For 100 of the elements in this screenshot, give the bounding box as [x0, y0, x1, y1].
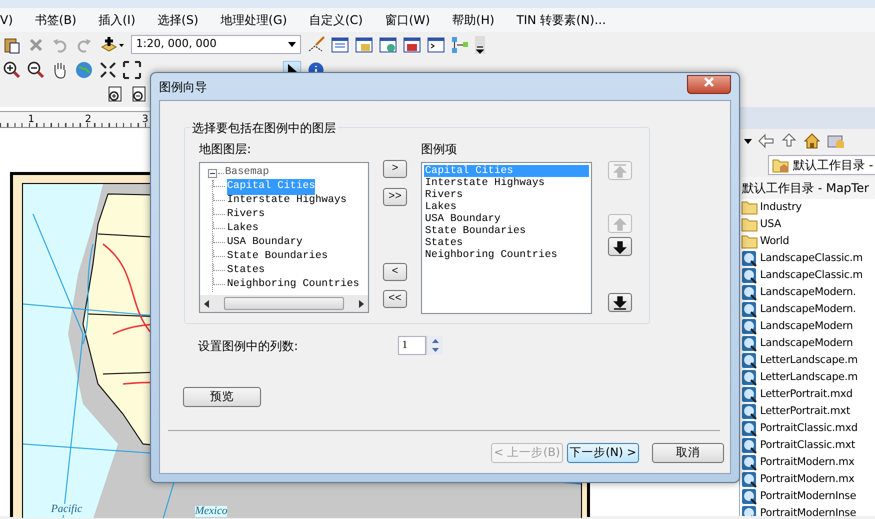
tree-item[interactable]: Rivers [227, 207, 265, 223]
catalog-item[interactable]: PortraitModern.mx [740, 454, 875, 471]
catalog-item[interactable]: LandscapeModern [740, 335, 875, 352]
scrollbar-thumb[interactable] [224, 297, 344, 310]
legend-item[interactable]: States [424, 237, 589, 249]
catalog-item[interactable]: LandscapeModern. [740, 301, 875, 318]
catalog-item[interactable]: LetterLandscape.m [740, 352, 875, 369]
tree-item[interactable]: Basemap [225, 165, 270, 181]
collapse-icon[interactable] [208, 168, 217, 178]
legend-item[interactable]: Lakes [424, 201, 589, 213]
horizontal-scrollbar[interactable] [200, 295, 368, 312]
zoom-in-icon[interactable] [3, 60, 21, 78]
up-triangle-icon [432, 338, 439, 343]
catalog-item[interactable]: Industry [740, 199, 875, 216]
map-document-icon [741, 420, 758, 437]
paste-icon[interactable] [3, 36, 21, 54]
zoom-page-in-icon[interactable] [106, 86, 124, 104]
legend-list[interactable]: Capital Cities Interstate Highways Rivers Lakes USA Boundary State Boundaries States Neighboring Countries [421, 162, 592, 314]
preview-button[interactable]: 预览 [183, 387, 261, 407]
ruler-number: 1 [28, 113, 34, 127]
transfer-button[interactable]: >> [383, 188, 407, 206]
legend-item[interactable]: Interstate Highways [424, 177, 589, 189]
dropdown-caret-icon[interactable] [288, 42, 296, 47]
legend-item[interactable]: USA Boundary [424, 213, 589, 225]
tree-item[interactable]: State Boundaries [227, 249, 328, 265]
catalog-item[interactable]: LetterPortrait.mxd [740, 386, 875, 403]
catalog-item[interactable]: LetterPortrait.mxt [740, 403, 875, 420]
tree-item[interactable]: Interstate Highways [227, 193, 347, 209]
menu-item[interactable]: 插入(I) [98, 11, 136, 29]
map-label: Pacific [51, 504, 82, 515]
menu-item[interactable]: 选择(S) [157, 11, 198, 29]
scale-field[interactable]: 1:20, 000, 000 [131, 35, 301, 54]
transfer-button[interactable]: << [383, 290, 407, 308]
catalog-item[interactable]: PortraitModern.mx [740, 471, 875, 488]
cancel-button[interactable]: 取消 [652, 443, 724, 463]
layer-tree[interactable]: Basemap Capital Cities Interstate Highways Rivers Lakes USA Boundary State Boundaries States Neighboring Countries [199, 162, 369, 313]
menu-item[interactable]: 地理处理(G) [220, 11, 288, 29]
spin-up-button[interactable] [427, 336, 444, 346]
catalog-item[interactable]: PortraitModernInse [740, 488, 875, 505]
catalog-item[interactable]: LandscapeModern. [740, 284, 875, 301]
catalog-item[interactable]: PortraitModernInse [740, 505, 875, 516]
legend-item[interactable]: Neighboring Countries [424, 249, 589, 261]
ruler-number: 2 [85, 113, 92, 127]
map-document-icon [741, 352, 758, 369]
catalog-item[interactable]: LandscapeClassic.m [740, 267, 875, 284]
transfer-button[interactable]: > [383, 160, 407, 178]
catalog-item[interactable]: LandscapeClassic.m [740, 250, 875, 267]
menu-item[interactable]: 帮助(H) [452, 11, 494, 29]
map-document-icon [741, 454, 758, 471]
column-count-field[interactable]: 1 [398, 336, 426, 355]
home-folder-icon [772, 157, 790, 173]
window-icon[interactable] [331, 36, 349, 54]
home-icon[interactable] [803, 132, 821, 150]
close-button[interactable] [687, 74, 731, 94]
catalog-item[interactable]: LetterLandscape.m [740, 369, 875, 386]
legend-item[interactable]: State Boundaries [424, 225, 589, 237]
move-bottom-button[interactable] [608, 293, 632, 312]
down-triangle-icon [432, 348, 439, 352]
catalog-icon[interactable] [355, 36, 373, 54]
location-combo[interactable]: 默认工作目录 - [768, 155, 875, 175]
tree-item[interactable]: Lakes [227, 221, 259, 237]
scale-value: 1:20, 000, 000 [136, 36, 217, 52]
tree-item[interactable]: Neighboring Countries [227, 277, 360, 293]
field-label: 设置图例中的列数: [198, 338, 298, 354]
catalog-item[interactable]: PortraitClassic.mxd [740, 420, 875, 437]
field-label: 地图图层: [199, 141, 252, 158]
catalog-item[interactable]: PortraitClassic.mxt [740, 437, 875, 454]
tree-item[interactable]: USA Boundary [227, 235, 303, 251]
ruler-number: 3 [142, 113, 148, 127]
overflow-icon[interactable] [475, 36, 485, 54]
dropdown-caret-icon[interactable] [744, 138, 752, 144]
legend-item[interactable]: Rivers [424, 189, 589, 201]
menu-item[interactable]: TIN 转要素(N)... [516, 11, 606, 29]
menu-item[interactable]: 书签(B) [34, 11, 76, 29]
menu-item[interactable]: 窗口(W) [384, 11, 430, 29]
map-document-icon [741, 284, 758, 301]
transfer-button[interactable]: < [383, 263, 407, 281]
close-icon[interactable] [704, 77, 714, 87]
add-data-icon[interactable] [99, 36, 125, 54]
globe-icon[interactable] [75, 60, 93, 78]
menu-item[interactable]: 自定义(C) [309, 11, 363, 29]
editor-icon[interactable] [307, 36, 325, 54]
toolbox-icon[interactable] [403, 36, 421, 54]
catalog-item[interactable]: World [740, 233, 875, 250]
zoom-out-icon[interactable] [27, 60, 45, 78]
catalog-item[interactable]: USA [740, 216, 875, 233]
search-window-icon[interactable] [379, 36, 397, 54]
menu-item[interactable]: V) [0, 11, 13, 29]
map-document-icon [741, 386, 758, 403]
catalog-header: 默认工作目录 - MapTer [740, 177, 875, 199]
next-button[interactable]: 下一步(N) > [567, 443, 639, 463]
map-label: Mexico [195, 506, 228, 517]
zoom-in-fixed-icon[interactable] [99, 60, 117, 78]
tree-item[interactable]: States [227, 263, 265, 279]
catalog-item[interactable]: LandscapeModern [740, 318, 875, 335]
zoom-page-out-icon[interactable] [130, 86, 148, 104]
back-arrow-icon[interactable] [757, 132, 775, 150]
zoom-out-fixed-icon[interactable] [123, 60, 141, 78]
model-icon[interactable] [451, 36, 469, 54]
move-down-button[interactable] [608, 237, 632, 256]
